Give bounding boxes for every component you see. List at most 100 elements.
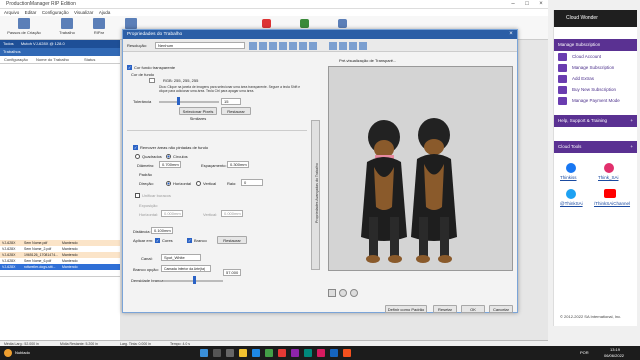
tab-printer[interactable]: Mutoh VJ-628X @ 128.0: [18, 40, 68, 48]
white-density-thumb[interactable]: [193, 276, 196, 284]
white-option-select[interactable]: Camada Inferior da Arte(ta): [161, 265, 211, 272]
tolerance-input[interactable]: 15: [221, 98, 241, 105]
weather-icon[interactable]: [4, 349, 12, 357]
job-button[interactable]: Trabalho: [52, 18, 82, 38]
bg-color-swatch[interactable]: [149, 78, 155, 83]
tool-icon[interactable]: [309, 42, 317, 50]
col-status[interactable]: Status: [84, 57, 95, 62]
tab-all[interactable]: Todos: [0, 40, 17, 48]
instagram-link[interactable]: Think_SAi: [598, 175, 619, 180]
tool-icon[interactable]: [249, 42, 257, 50]
col-name[interactable]: Nome do Trabalho: [36, 57, 69, 62]
tool-icon[interactable]: [329, 42, 337, 50]
tool-icon[interactable]: [299, 42, 307, 50]
tool-icon[interactable]: [359, 42, 367, 50]
cloud-tools-header[interactable]: Cloud Tools +: [554, 141, 637, 153]
exposure-horizontal-input[interactable]: 0.000mm: [161, 210, 183, 217]
zoom-in-icon[interactable]: [339, 289, 347, 297]
youtube-icon[interactable]: [604, 189, 616, 198]
start-icon[interactable]: [200, 349, 208, 357]
menu-ajuda[interactable]: Ajuda: [99, 9, 111, 16]
edge-icon[interactable]: [252, 349, 260, 357]
app-icon[interactable]: [330, 349, 338, 357]
apply-colors-checkbox[interactable]: ✓: [155, 238, 160, 243]
tool-icon[interactable]: [279, 42, 287, 50]
sidebar-item-manage-subscription[interactable]: Manage Subscription: [554, 62, 637, 73]
menu-configuracao[interactable]: Configuração: [42, 9, 69, 16]
app-icon[interactable]: [317, 349, 325, 357]
distance-input[interactable]: 0.100mm: [151, 227, 173, 234]
app-icon[interactable]: [343, 349, 351, 357]
tool-icon[interactable]: [259, 42, 267, 50]
settings-icon[interactable]: [338, 19, 347, 28]
horizontal-radio[interactable]: [166, 181, 171, 186]
tool-icon[interactable]: [349, 42, 357, 50]
language-indicator[interactable]: POR: [580, 350, 589, 355]
union-holes-checkbox[interactable]: [135, 193, 140, 198]
advanced-properties-tab[interactable]: Propriedades Avançadas do Trabalho: [311, 120, 320, 270]
select-similar-button[interactable]: Selecionar Pixels Similares: [179, 107, 217, 121]
table-row[interactable]: VJ-628X rottweiler-dogs-sitt... Mantendo: [0, 264, 120, 270]
rip-button[interactable]: RIPar: [84, 18, 114, 38]
tab-jobs[interactable]: Trabalhos: [0, 48, 24, 56]
task-view-icon[interactable]: [226, 349, 234, 357]
circles-radio[interactable]: [166, 154, 171, 159]
sidebar-item-cloud-account[interactable]: Cloud Account: [554, 51, 637, 62]
dialog-close-button[interactable]: ×: [507, 31, 515, 38]
set-default-button[interactable]: Definir como Padrão: [385, 305, 427, 313]
remove-bg-checkbox[interactable]: ✓: [133, 145, 138, 150]
tool-icon[interactable]: [269, 42, 277, 50]
tolerance-slider-thumb[interactable]: [177, 97, 180, 105]
menu-visualizar[interactable]: Visualizar: [74, 9, 93, 16]
instagram-icon[interactable]: [604, 163, 614, 173]
clock-time[interactable]: 13:19: [610, 347, 620, 352]
menu-editar[interactable]: Editar: [25, 9, 37, 16]
restore-button[interactable]: Restaurar: [221, 107, 251, 115]
search-icon[interactable]: [213, 349, 221, 357]
menu-arquivo[interactable]: Arquivo: [4, 9, 19, 16]
facebook-link[interactable]: Thinkiss: [560, 175, 577, 180]
transparent-bg-checkbox[interactable]: ✓: [127, 65, 132, 70]
youtube-link[interactable]: /ThinkSAiChannel: [594, 201, 630, 206]
chrome-icon[interactable]: [265, 349, 273, 357]
diameter-input[interactable]: 0.700mm: [159, 161, 181, 168]
channel-select[interactable]: Spot_White: [161, 254, 201, 261]
twitter-icon[interactable]: [566, 189, 576, 199]
play-icon[interactable]: [300, 19, 309, 28]
twitter-link[interactable]: @ThinkSAi: [560, 201, 583, 206]
close-button[interactable]: ×: [534, 0, 548, 9]
sidebar-item-buy-subscription[interactable]: Buy New Subscription: [554, 84, 637, 95]
ok-button[interactable]: OK: [461, 305, 485, 313]
sidebar-item-payment-mode[interactable]: Manage Payment Mode: [554, 95, 637, 106]
tolerance-slider[interactable]: [159, 101, 219, 103]
stop-icon[interactable]: [262, 19, 271, 28]
squares-radio[interactable]: [135, 154, 140, 159]
image-preview[interactable]: [328, 66, 513, 271]
pointer-tool-icon[interactable]: [328, 289, 336, 297]
sidebar-item-add-extras[interactable]: Add Extras: [554, 73, 637, 84]
vertical-radio[interactable]: [196, 181, 201, 186]
resolution-select[interactable]: Nenhum: [155, 42, 245, 49]
app-icon[interactable]: [278, 349, 286, 357]
facebook-icon[interactable]: [566, 163, 576, 173]
tool-icon[interactable]: [289, 42, 297, 50]
tool-icon[interactable]: [339, 42, 347, 50]
zoom-out-icon[interactable]: [350, 289, 358, 297]
white-option-number[interactable]: 57.000: [223, 269, 241, 276]
spacing-input[interactable]: 0.300mm: [227, 161, 249, 168]
exposure-vertical-input[interactable]: 0.000mm: [221, 210, 243, 217]
clock-date[interactable]: 06/06/2022: [604, 353, 624, 358]
help-section-header[interactable]: Help, Support & Training +: [554, 115, 637, 127]
restore-apply-button[interactable]: Restaurar: [217, 236, 247, 244]
manage-subscription-header[interactable]: Manage Subscription: [554, 39, 637, 51]
app-icon[interactable]: [291, 349, 299, 357]
cancel-button[interactable]: Cancelar: [489, 305, 513, 313]
minimize-button[interactable]: –: [506, 0, 520, 9]
explorer-icon[interactable]: [239, 349, 247, 357]
app-icon[interactable]: [304, 349, 312, 357]
reset-button[interactable]: Resetar: [433, 305, 457, 313]
ratio-select[interactable]: 0: [241, 179, 263, 186]
creation-steps-button[interactable]: Passos de Criação: [4, 18, 44, 38]
apply-white-checkbox[interactable]: ✓: [187, 238, 192, 243]
maximize-button[interactable]: □: [520, 0, 534, 9]
